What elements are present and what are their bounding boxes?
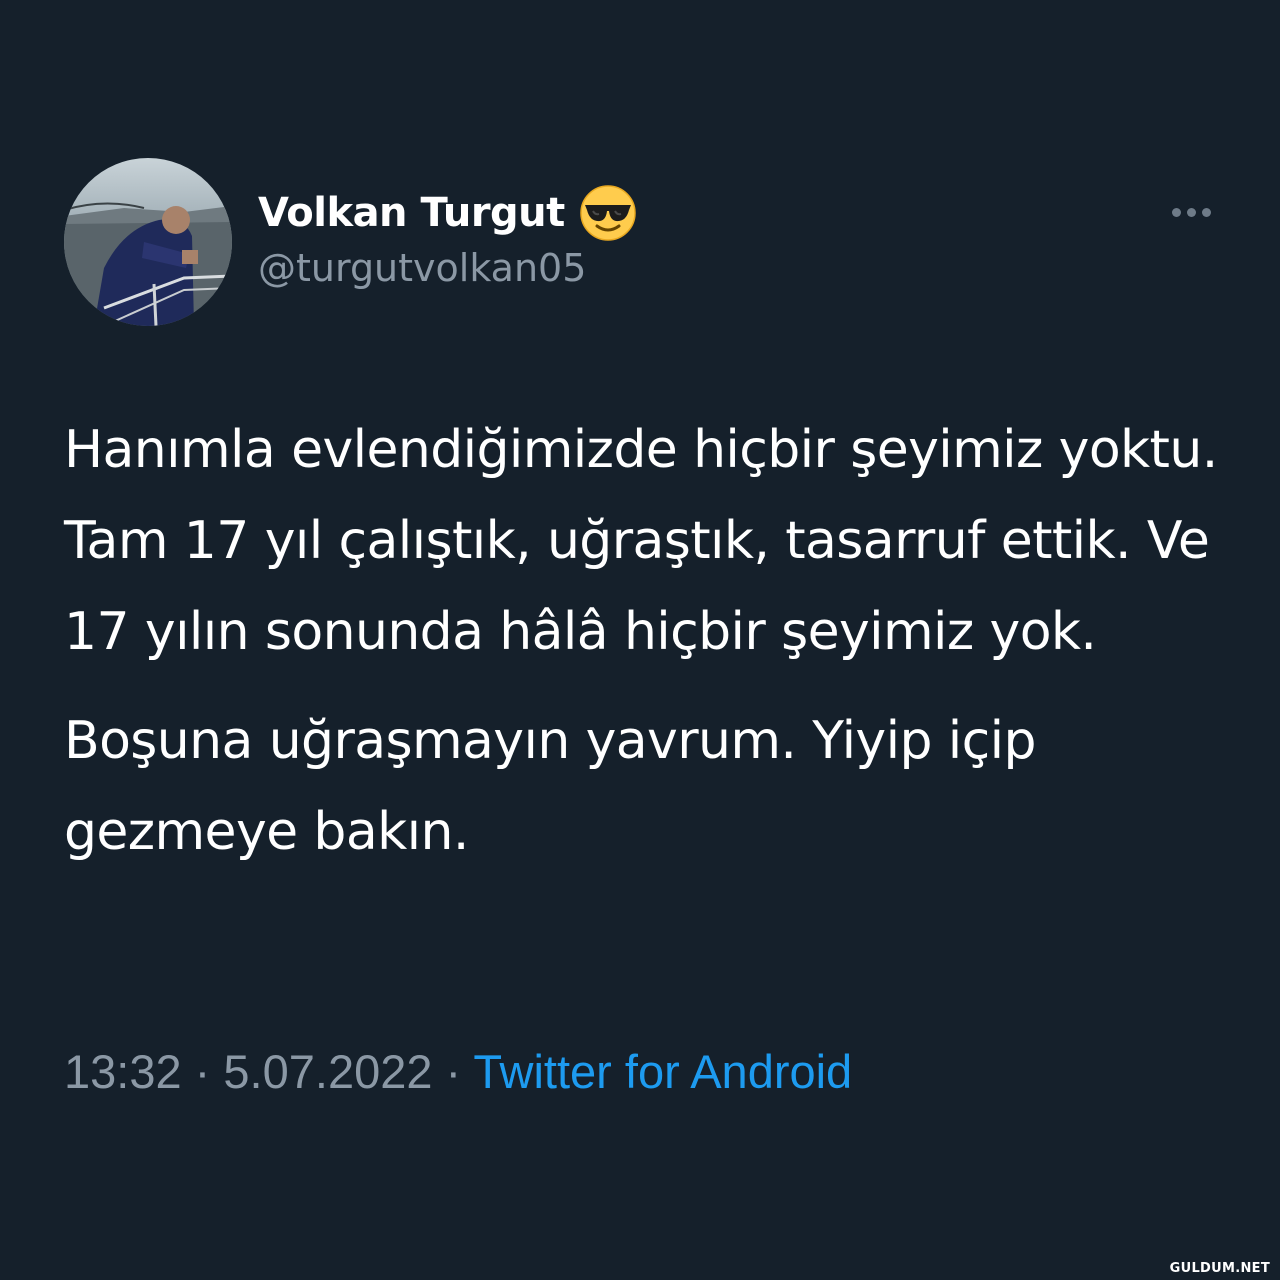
tweet-paragraph: Boşuna uğraşmayın yavrum. Yiyip içip gez… bbox=[64, 711, 1036, 862]
avatar[interactable] bbox=[64, 158, 232, 326]
tweet-meta: 13:32 · 5.07.2022 · Twitter for Android bbox=[64, 1042, 852, 1102]
tweet-time[interactable]: 13:32 bbox=[64, 1045, 182, 1098]
tweet-text: Hanımla evlendiğimizde hiçbir şeyimiz yo… bbox=[64, 405, 1234, 878]
smiling-face-with-sunglasses-icon bbox=[579, 184, 637, 242]
display-name[interactable]: Volkan Turgut bbox=[258, 190, 565, 236]
tweet-source-link[interactable]: Twitter for Android bbox=[473, 1045, 852, 1098]
more-options-button[interactable] bbox=[1160, 194, 1222, 230]
avatar-photo bbox=[64, 158, 232, 326]
meta-separator: · bbox=[432, 1045, 474, 1098]
watermark-logo: GULDUM.NET bbox=[1169, 1261, 1270, 1276]
more-options-icon-dot bbox=[1201, 207, 1211, 217]
tweet-paragraph: Hanımla evlendiğimizde hiçbir şeyimiz yo… bbox=[64, 420, 1218, 662]
author-handle[interactable]: @turgutvolkan05 bbox=[258, 246, 586, 290]
more-options-icon bbox=[1171, 207, 1181, 217]
meta-separator: · bbox=[181, 1045, 224, 1098]
tweet-card: Volkan Turgut @turgutvolkan05 Hanımla ev… bbox=[0, 0, 1280, 1280]
author-name-row: Volkan Turgut bbox=[258, 183, 637, 243]
tweet-date[interactable]: 5.07.2022 bbox=[223, 1045, 432, 1098]
more-options-icon-dot bbox=[1186, 207, 1196, 217]
